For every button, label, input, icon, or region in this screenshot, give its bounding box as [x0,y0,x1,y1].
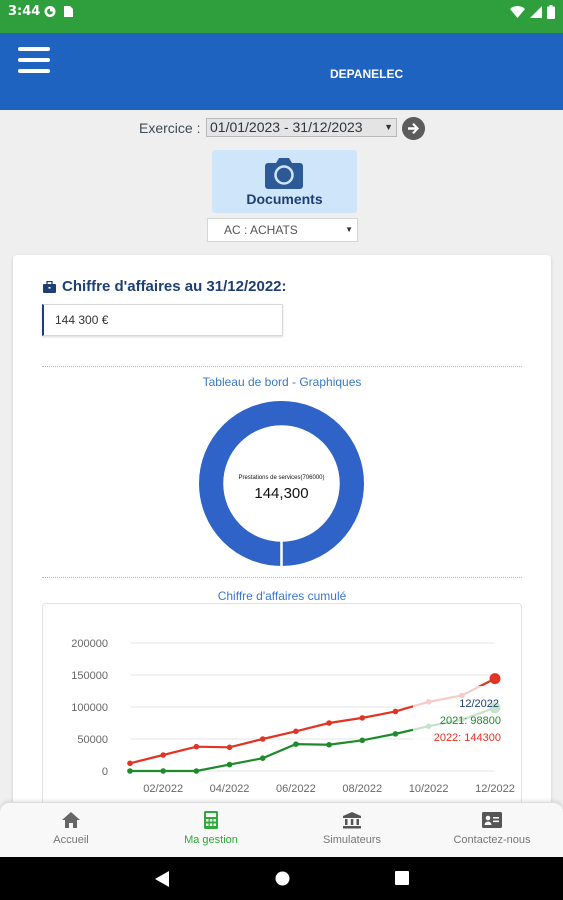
nav-accueil[interactable]: Accueil [1,811,141,855]
divider [42,577,522,578]
line-chart: 0 50000 100000 150000 200000 02/2022 04/2022 0… [42,603,522,815]
wifi-icon [510,6,525,18]
home-icon [62,812,80,828]
data-point-2021[interactable] [359,737,366,744]
x-tick-label: 02/2022 [143,783,183,795]
calculator-icon [204,811,218,829]
x-tick-label: 06/2022 [276,783,316,795]
exercice-select[interactable]: 01/01/2023 - 31/12/2023 ▼ [206,118,397,137]
nav-label: Simulateurs [322,834,382,846]
documents-label: Documents [246,191,323,207]
signal-icon [530,6,542,18]
y-tick-label: 50000 [77,734,108,746]
data-point-2021[interactable] [259,755,266,761]
app-title: DEPANELEC [330,67,404,81]
camera-icon [265,158,303,189]
home-button-icon[interactable] [275,871,290,886]
data-point-2022[interactable] [160,752,166,758]
data-point-2021[interactable] [193,768,200,774]
bank-icon [343,812,361,829]
data-point-2022[interactable] [359,715,366,721]
nav-label: Contactez-nous [453,834,531,846]
y-tick-label: 150000 [71,670,108,682]
donut-ring[interactable] [199,401,364,566]
divider [42,366,522,367]
dashboard-card: Chiffre d'affaires au 31/12/2022: 144 30… [13,255,551,815]
nav-ma-gestion[interactable]: Ma gestion [141,811,281,855]
documents-button[interactable]: Documents [212,150,357,213]
nav-label: Accueil [53,834,89,846]
data-point-2022[interactable] [326,720,332,726]
x-tick-label: 04/2022 [210,783,250,795]
arrow-right-icon[interactable] [402,117,425,140]
ca-title-row: Chiffre d'affaires au 31/12/2022: [43,278,287,295]
recents-icon[interactable] [395,871,409,885]
app-bar: DEPANELEC [0,33,563,110]
donut-chart: Prestations de services(706000) 144,300 [199,401,364,566]
data-point-2021[interactable] [293,741,299,747]
bottom-nav: Accueil Ma gestion Simulateurs Contactez… [0,802,563,857]
data-point-2021[interactable] [127,768,133,774]
y-tick-label: 100000 [71,702,108,714]
contact-card-icon [482,812,502,828]
tooltip-header: 12/2022 [459,698,499,710]
exercice-select-value: 01/01/2023 - 31/12/2023 [210,119,363,135]
chevron-down-icon: ▼ [384,122,393,132]
nav-label: Ma gestion [184,834,238,846]
data-point-2022[interactable] [392,708,399,715]
x-tick-label: 08/2022 [342,783,382,795]
y-tick-label: 0 [102,766,108,778]
menu-icon[interactable] [18,47,50,73]
data-point-2021[interactable] [392,731,399,737]
sim-card-icon [64,6,73,17]
back-icon[interactable] [155,871,169,887]
status-bar: 3:44 [0,0,563,24]
exercice-row: Exercice : 01/01/2023 - 31/12/2023 ▼ [0,117,563,140]
notification-app-icon [44,6,56,17]
data-point-2021[interactable] [226,761,233,768]
donut-center-label: Prestations de services(706000) [238,475,325,481]
system-nav-bar [0,857,563,900]
exercice-label: Exercice : [139,120,201,136]
tooltip-line-2021: 2021: 98800 [440,715,501,727]
tooltip-line-2022: 2022: 144300 [434,732,501,744]
dashboard-title: Tableau de bord - Graphiques [202,375,362,389]
chevron-down-icon: ▼ [345,225,353,234]
data-point-2022[interactable] [259,736,266,742]
data-point-2022[interactable] [226,744,233,751]
ca-value-field: 144 300 € [42,304,283,336]
briefcase-icon [43,280,56,293]
data-point-2021[interactable] [160,768,166,774]
data-point-2022[interactable] [127,760,133,767]
status-icons [510,4,555,20]
nav-contactez-nous[interactable]: Contactez-nous [422,811,562,855]
journal-select-value: AC : ACHATS [224,223,298,237]
data-point-2021[interactable] [326,741,332,748]
status-bar-strip [0,24,563,33]
data-point-2022[interactable] [293,728,299,735]
donut-center-value: 144,300 [254,485,309,502]
data-point-2022[interactable] [193,743,200,750]
journal-select[interactable]: AC : ACHATS ▼ [207,218,358,242]
battery-icon [547,5,555,19]
status-time: 3:44 [8,4,41,19]
x-tick-label: 10/2022 [409,783,449,795]
ca-title: Chiffre d'affaires au 31/12/2022: [62,278,287,295]
cumul-title: Chiffre d'affaires cumulé [217,589,347,603]
data-point-2022[interactable] [489,673,501,685]
y-tick-label: 200000 [71,638,108,650]
nav-simulateurs[interactable]: Simulateurs [282,811,422,855]
x-tick-label: 12/2022 [475,783,515,795]
